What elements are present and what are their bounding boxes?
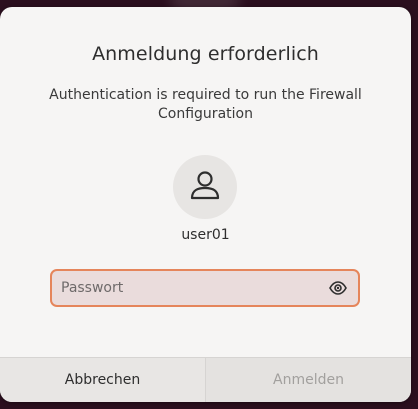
dialog-title: Anmeldung erforderlich bbox=[92, 43, 319, 65]
cancel-button[interactable]: Abbrechen bbox=[0, 358, 206, 402]
dialog-message: Authentication is required to run the Fi… bbox=[49, 87, 362, 122]
password-field-container[interactable] bbox=[50, 269, 360, 307]
authenticate-button[interactable]: Anmelden bbox=[206, 358, 411, 402]
user-avatar-icon bbox=[188, 168, 222, 206]
password-input[interactable] bbox=[52, 273, 326, 303]
auth-dialog: Anmeldung erforderlich Authentication is… bbox=[0, 7, 411, 402]
eye-icon[interactable] bbox=[326, 276, 350, 300]
username-label: user01 bbox=[181, 227, 230, 243]
user-avatar bbox=[173, 155, 237, 219]
dialog-button-row: Abbrechen Anmelden bbox=[0, 357, 411, 402]
